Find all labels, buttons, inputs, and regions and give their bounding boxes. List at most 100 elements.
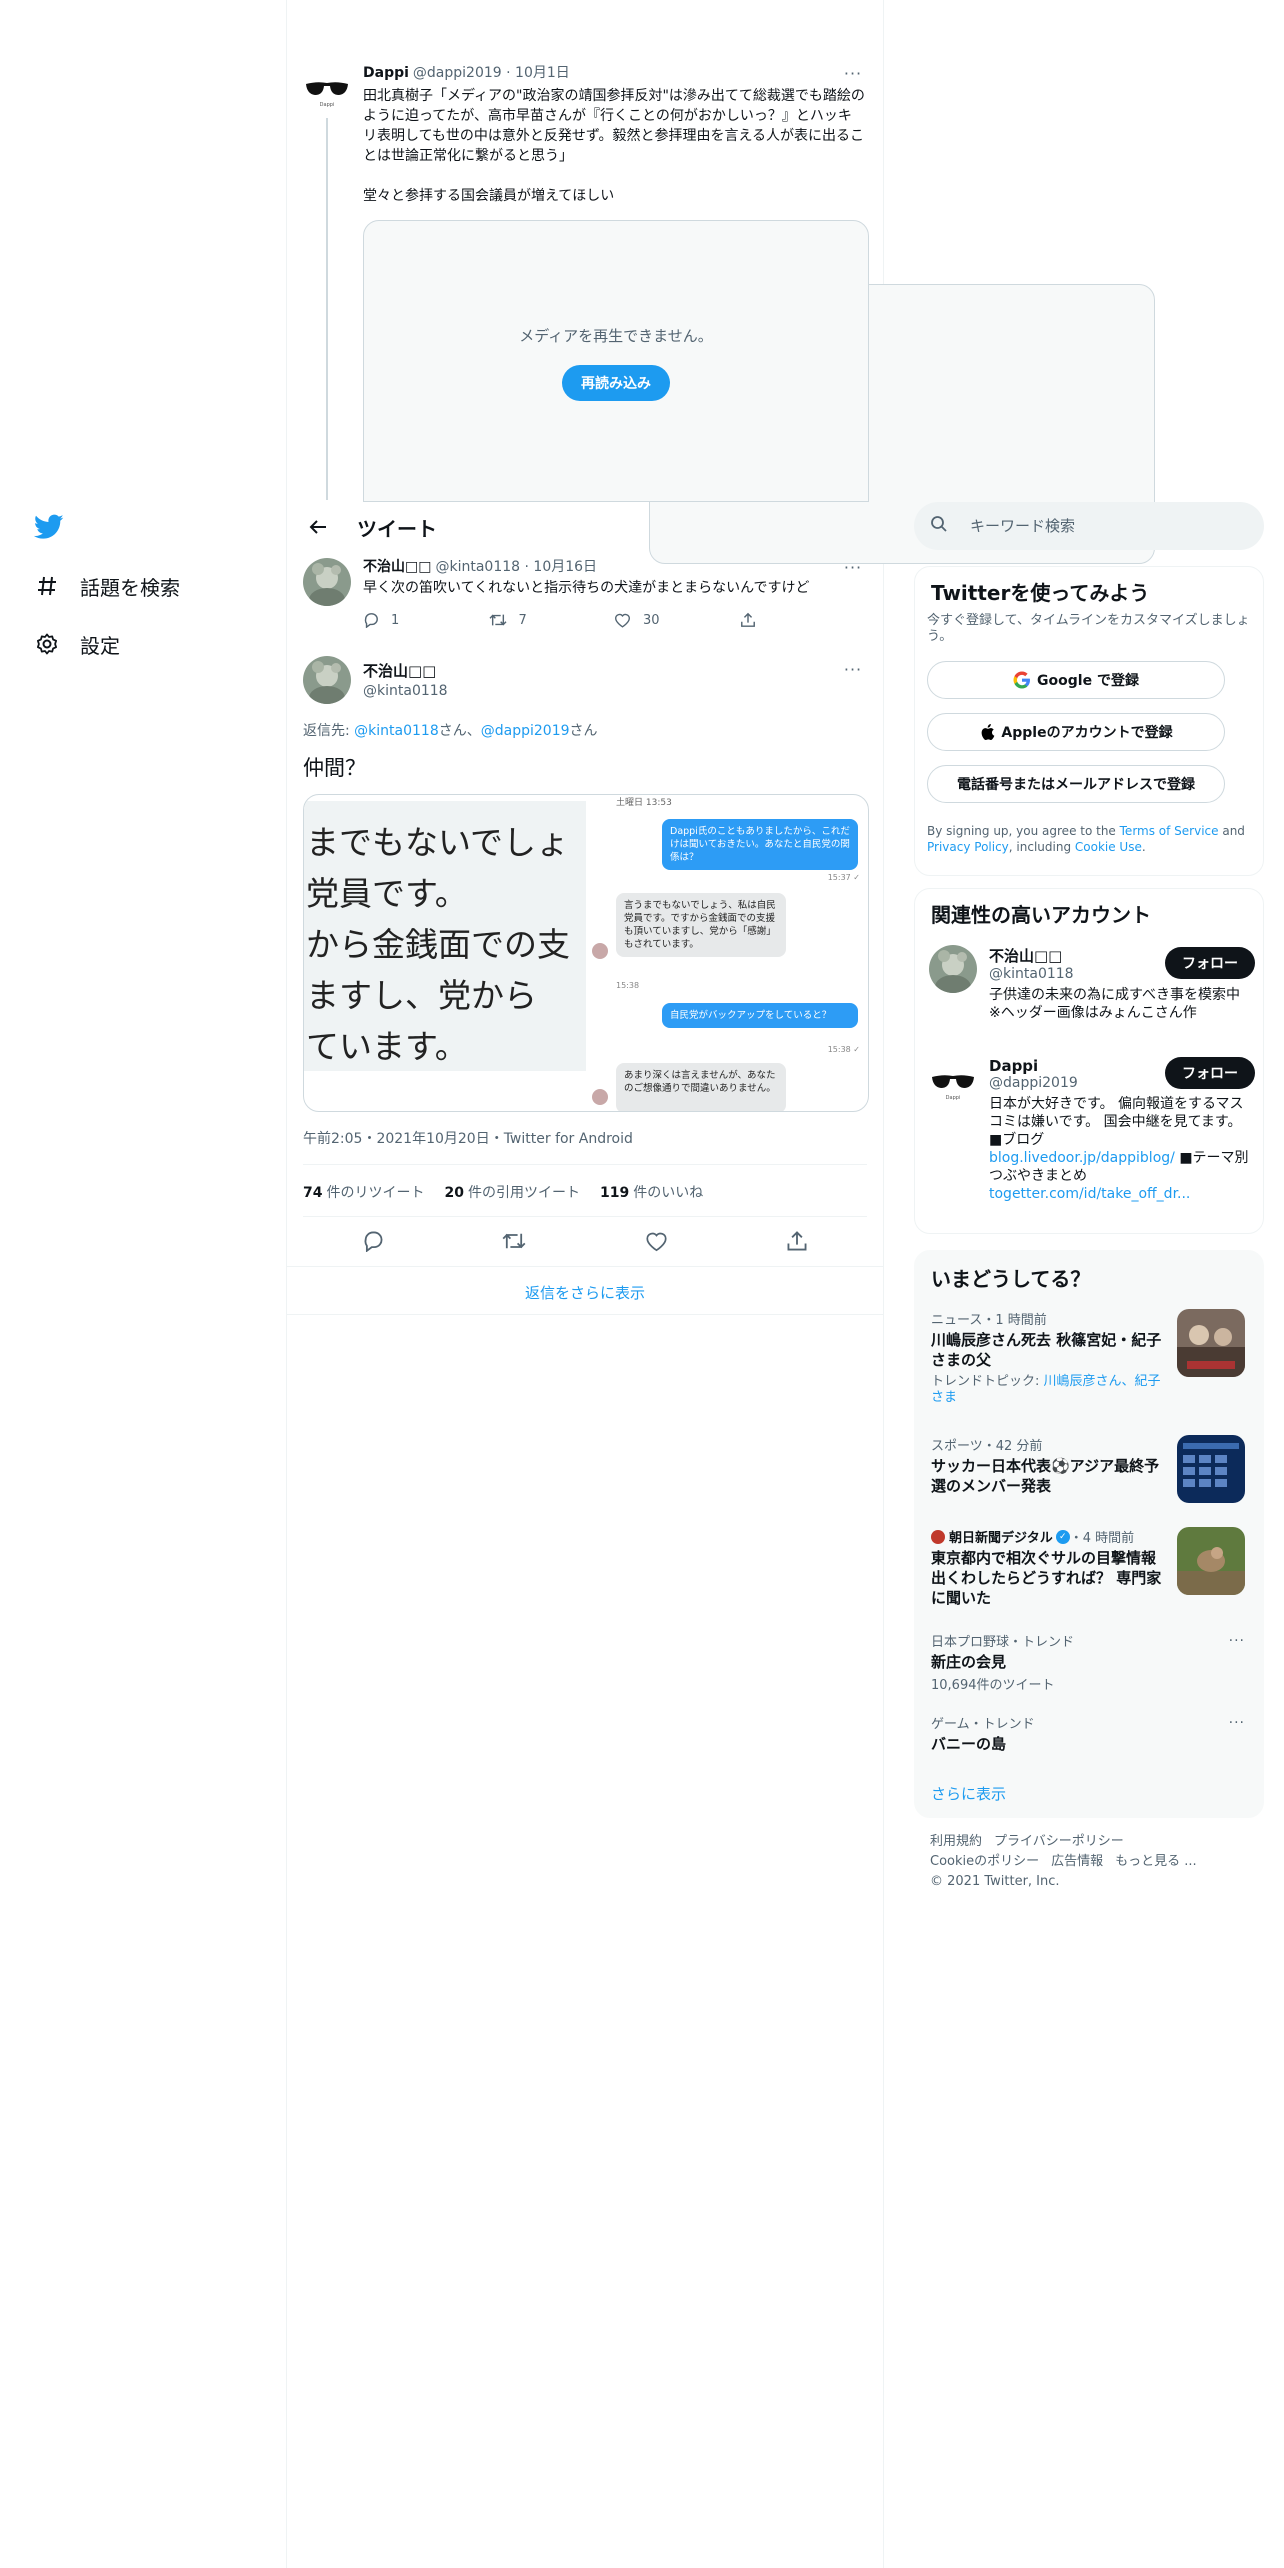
search-box[interactable] bbox=[914, 502, 1264, 550]
tweet-author-name[interactable]: Dappi bbox=[363, 64, 409, 82]
zoom-line: 党員です。 bbox=[306, 874, 468, 913]
related-account[interactable]: 不治山□□ @kinta0118 子供達の未来の為に成すべき事を模索中 ※ヘッダ… bbox=[929, 945, 1259, 1035]
show-more-replies-link[interactable]: 返信をさらに表示 bbox=[287, 1282, 883, 1303]
main-author[interactable]: 不治山□□ @kinta0118 bbox=[363, 660, 448, 699]
terms-link[interactable]: Terms of Service bbox=[1120, 824, 1219, 838]
more-options-icon[interactable]: ··· bbox=[841, 558, 865, 577]
apple-signup-button[interactable]: Appleのアカウントで登録 bbox=[927, 713, 1225, 751]
trend-item[interactable]: 日本プロ野球・トレンド 新庄の会見 10,694件のツイート ··· bbox=[931, 1631, 1245, 1695]
hashtag-icon bbox=[34, 573, 60, 599]
tweet-actions: 1 7 30 bbox=[363, 612, 865, 628]
main-author-name[interactable]: 不治山□□ bbox=[363, 660, 448, 681]
retweet-icon[interactable] bbox=[502, 1230, 526, 1252]
trend-thumbnail bbox=[1177, 1527, 1245, 1595]
related-account[interactable]: Dappi Dappi @dappi2019 日本が大好きです。 偏向報道をする… bbox=[929, 1057, 1259, 1227]
nav-explore[interactable]: 話題を検索 bbox=[34, 566, 180, 606]
phone-signup-button[interactable]: 電話番号またはメールアドレスで登録 bbox=[927, 765, 1225, 803]
reply-to-link[interactable]: @dappi2019 bbox=[481, 723, 570, 739]
quotes-stat[interactable]: 20 件の引用ツイート bbox=[444, 1182, 579, 1202]
trend-title: サッカー日本代表⚽アジア最終予選のメンバー発表 bbox=[931, 1457, 1160, 1495]
tweet-reply-kinta[interactable]: 不治山□□ @kinta0118 · 10月16日 ··· 早く次の笛吹いてくれ… bbox=[303, 558, 865, 638]
reply-suffix: さん bbox=[569, 723, 598, 739]
avatar-dappi[interactable]: Dappi bbox=[929, 1057, 977, 1105]
reply-to-link[interactable]: @kinta0118 bbox=[354, 723, 439, 739]
retweets-stat[interactable]: 74 件のリツイート bbox=[303, 1182, 424, 1202]
footer-privacy-link[interactable]: プライバシーポリシー bbox=[994, 1834, 1124, 1849]
retweet-action[interactable]: 7 bbox=[488, 612, 615, 628]
tweet-author-name[interactable]: 不治山□□ bbox=[363, 558, 431, 576]
reply-prefix: 返信先: bbox=[303, 723, 355, 739]
more-options-icon[interactable]: ··· bbox=[1229, 1633, 1245, 1649]
trend-tweet-count: 10,694件のツイート bbox=[931, 1678, 1055, 1693]
trend-item[interactable]: スポーツ・42 分前 サッカー日本代表⚽アジア最終予選のメンバー発表 bbox=[931, 1435, 1245, 1507]
trends-card: いまどうしてる？ ニュース・1 時間前 川嶋辰彦さん死去 秋篠宮妃・紀子さまの父… bbox=[914, 1250, 1264, 1818]
divider bbox=[287, 1314, 883, 1315]
footer-cookie-link[interactable]: Cookieのポリシー bbox=[930, 1854, 1039, 1869]
tweet-image[interactable]: までもないでしょ 党員です。 から金銭面での支 ますし、党から ています。 土曜… bbox=[303, 794, 869, 1112]
image-zoom-panel: までもないでしょ 党員です。 から金銭面での支 ますし、党から ています。 bbox=[304, 801, 586, 1071]
account-bio: 子供達の未来の為に成すべき事を模索中 ※ヘッダー画像はみょんこさん作 bbox=[989, 987, 1241, 1021]
bio-link[interactable]: blog.livedoor.jp/dappiblog/ bbox=[989, 1150, 1175, 1166]
likes-stat[interactable]: 119 件のいいね bbox=[600, 1182, 703, 1202]
trend-title: 川嶋辰彦さん死去 秋篠宮妃・紀子さまの父 bbox=[931, 1331, 1162, 1369]
tweet-date[interactable]: 10月16日 bbox=[533, 558, 597, 576]
search-icon bbox=[930, 515, 948, 537]
like-action[interactable]: 30 bbox=[614, 612, 740, 628]
bio-link[interactable]: togetter.com/id/take_off_dr... bbox=[989, 1186, 1190, 1202]
privacy-link[interactable]: Privacy Policy bbox=[927, 840, 1009, 854]
follow-button[interactable]: フォロー bbox=[1165, 947, 1255, 979]
retweets-label: 件のリツイート bbox=[326, 1185, 425, 1201]
dot-separator: · bbox=[501, 65, 516, 81]
tweet-header: Dappi @dappi2019 · 10月1日 bbox=[363, 64, 865, 82]
trend-item[interactable]: ニュース・1 時間前 川嶋辰彦さん死去 秋篠宮妃・紀子さまの父 トレンドトピック… bbox=[931, 1309, 1245, 1413]
footer-ads-link[interactable]: 広告情報 bbox=[1051, 1854, 1103, 1869]
right-sidebar: Twitterを使ってみよう 今すぐ登録して、タイムラインをカスタマイズしましょ… bbox=[914, 0, 1264, 2568]
trend-item[interactable]: 朝日新聞デジタル ✓ ・4 時間前 東京都内で相次ぐサルの目撃情報 出くわしたら… bbox=[931, 1527, 1245, 1613]
reply-icon[interactable] bbox=[362, 1230, 384, 1252]
twitter-logo-icon[interactable] bbox=[33, 514, 64, 540]
trend-item[interactable]: ゲーム・トレンド バニーの島 ··· bbox=[931, 1713, 1245, 1757]
avatar-kinta[interactable] bbox=[303, 558, 351, 606]
dot-separator: · bbox=[520, 559, 534, 575]
trend-title: 東京都内で相次ぐサルの目撃情報 出くわしたらどうすれば？ 専門家に聞いた bbox=[931, 1549, 1162, 1607]
back-arrow-icon[interactable] bbox=[301, 510, 335, 544]
tweet-date[interactable]: 10月1日 bbox=[515, 64, 570, 82]
chat-date: 土曜日 13:53 bbox=[616, 798, 672, 808]
likes-count: 119 bbox=[599, 1185, 630, 1201]
legal-text: By signing up, you agree to the bbox=[927, 824, 1120, 838]
tweet-timestamp[interactable]: 午前2:05・2021年10月20日・Twitter for Android bbox=[303, 1128, 633, 1148]
search-input[interactable] bbox=[970, 517, 1230, 535]
tweet-author-handle[interactable]: @kinta0118 bbox=[435, 558, 520, 576]
main-author-handle[interactable]: @kinta0118 bbox=[363, 683, 448, 699]
share-action[interactable] bbox=[740, 612, 866, 628]
apple-icon bbox=[982, 724, 995, 740]
more-options-icon[interactable]: ··· bbox=[841, 660, 865, 679]
share-icon[interactable] bbox=[786, 1230, 808, 1252]
heart-icon[interactable] bbox=[645, 1230, 668, 1252]
page-title: ツイート bbox=[357, 516, 437, 541]
more-options-icon[interactable]: ··· bbox=[841, 64, 865, 83]
footer-more-link[interactable]: もっと見る ... bbox=[1115, 1854, 1197, 1869]
footer-terms-link[interactable]: 利用規約 bbox=[930, 1834, 982, 1849]
google-signup-button[interactable]: Google で登録 bbox=[927, 661, 1225, 699]
follow-button[interactable]: フォロー bbox=[1165, 1057, 1255, 1089]
chat-time: 15:37 ✓ bbox=[827, 873, 860, 882]
quotes-count: 20 bbox=[444, 1185, 464, 1201]
avatar-kinta[interactable] bbox=[929, 945, 977, 993]
nav-settings[interactable]: 設定 bbox=[34, 624, 120, 664]
reload-button[interactable]: 再読み込み bbox=[562, 365, 670, 401]
tweet-stats: 74 件のリツイート 20 件の引用ツイート 119 件のいいね bbox=[303, 1182, 723, 1202]
more-options-icon[interactable]: ··· bbox=[1229, 1715, 1245, 1731]
tweet-author-handle[interactable]: @dappi2019 bbox=[413, 64, 502, 82]
trend-time: ・4 時間前 bbox=[1069, 1531, 1135, 1546]
avatar-kinta-main[interactable] bbox=[303, 656, 351, 704]
reply-action[interactable]: 1 bbox=[363, 612, 489, 628]
avatar-dappi[interactable]: Dappi bbox=[303, 64, 351, 112]
zoom-line: から金銭面での支 bbox=[306, 925, 570, 964]
show-more-trends-link[interactable]: さらに表示 bbox=[931, 1783, 1006, 1804]
like-count: 30 bbox=[643, 612, 660, 628]
chat-bubble: 自民党がバックアップをしていると？ bbox=[662, 1003, 858, 1028]
cookie-link[interactable]: Cookie Use bbox=[1075, 840, 1142, 854]
retweet-icon bbox=[488, 614, 507, 626]
quotes-label: 件の引用ツイート bbox=[467, 1185, 580, 1201]
